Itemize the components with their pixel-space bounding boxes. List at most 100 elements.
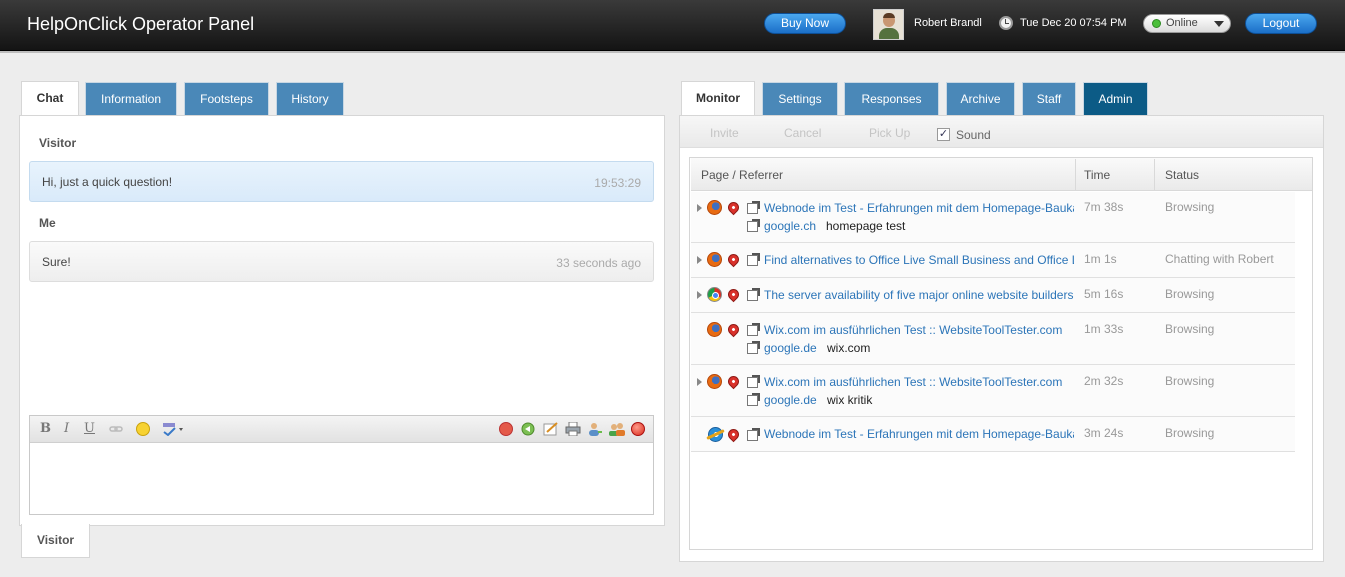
search-term: wix.com <box>827 341 871 355</box>
tab-history[interactable]: History <box>276 82 344 115</box>
clock-icon <box>999 16 1013 30</box>
tab-footsteps[interactable]: Footsteps <box>184 82 269 115</box>
message-text: Hi, just a quick question! <box>42 175 173 189</box>
italic-icon[interactable]: I <box>64 421 69 436</box>
time-on-site: 3m 24s <box>1084 426 1124 440</box>
online-status-icon <box>1152 19 1161 28</box>
external-link-icon[interactable] <box>747 428 760 441</box>
visitor-status: Browsing <box>1165 287 1215 301</box>
tab-information[interactable]: Information <box>85 82 177 115</box>
tab-visitor[interactable]: Visitor <box>21 524 90 558</box>
buy-now-button[interactable]: Buy Now <box>764 13 846 34</box>
external-link-icon[interactable] <box>747 341 760 354</box>
time-on-site: 2m 32s <box>1084 374 1124 388</box>
print-icon[interactable] <box>565 421 581 437</box>
smiley-icon[interactable] <box>136 422 150 436</box>
external-link-icon[interactable] <box>747 201 760 214</box>
visitor-status: Browsing <box>1165 200 1215 214</box>
visitor-message: Hi, just a quick question! 19:53:29 <box>29 161 654 202</box>
app-title: HelpOnClick Operator Panel <box>27 14 255 34</box>
message-text: Sure! <box>42 255 71 269</box>
column-divider <box>1154 159 1155 191</box>
external-link-icon[interactable] <box>747 323 760 336</box>
visitor-status: Browsing <box>1165 374 1215 388</box>
search-term: wix kritik <box>827 393 873 407</box>
expand-icon[interactable] <box>697 378 702 386</box>
chevron-down-icon <box>1214 21 1224 27</box>
tab-admin[interactable]: Admin <box>1083 82 1148 115</box>
expand-icon[interactable] <box>697 256 702 264</box>
current-datetime: Tue Dec 20 07:54 PM <box>1020 17 1127 29</box>
sound-label: Sound <box>956 128 991 142</box>
referrer-link[interactable]: google.de <box>764 341 817 355</box>
page-link[interactable]: Wix.com im ausführlichen Test :: Website… <box>764 323 1074 337</box>
invite-button[interactable]: Invite <box>710 126 739 140</box>
logout-button[interactable]: Logout <box>1245 13 1317 34</box>
underline-icon[interactable]: U <box>84 421 95 436</box>
external-link-icon[interactable] <box>747 393 760 406</box>
visitor-status: Browsing <box>1165 322 1215 336</box>
time-on-site: 5m 16s <box>1084 287 1124 301</box>
tab-chat[interactable]: Chat <box>21 81 79 116</box>
page-link[interactable]: Wix.com im ausführlichen Test :: Website… <box>764 375 1074 389</box>
referrer-link[interactable]: google.de <box>764 393 817 407</box>
firefox-icon <box>707 252 722 267</box>
pick-up-button[interactable]: Pick Up <box>869 126 910 140</box>
expand-icon[interactable] <box>697 291 702 299</box>
column-header-page[interactable]: Page / Referrer <box>701 168 783 182</box>
bold-icon[interactable]: B <box>40 421 51 436</box>
external-link-icon[interactable] <box>747 253 760 266</box>
page-link[interactable]: Webnode im Test - Erfahrungen mit dem Ho… <box>764 201 1074 215</box>
page-link[interactable]: Webnode im Test - Erfahrungen mit dem Ho… <box>764 427 1074 441</box>
table-row[interactable] <box>691 313 1295 365</box>
note-icon[interactable] <box>543 422 558 436</box>
tab-settings[interactable]: Settings <box>762 82 838 115</box>
status-label: Online <box>1166 17 1198 29</box>
tab-responses[interactable]: Responses <box>844 82 939 115</box>
external-link-icon[interactable] <box>747 375 760 388</box>
operator-message: Sure! 33 seconds ago <box>29 241 654 282</box>
external-link-icon[interactable] <box>747 288 760 301</box>
referrer-link[interactable]: google.ch <box>764 219 816 233</box>
chrome-icon <box>707 287 722 302</box>
sound-checkbox[interactable]: ✓ <box>937 128 950 141</box>
editor-toolbar: B I U <box>30 416 653 443</box>
firefox-icon <box>707 200 722 215</box>
expand-icon[interactable] <box>697 204 702 212</box>
time-on-site: 7m 38s <box>1084 200 1124 214</box>
avatar[interactable] <box>873 9 904 40</box>
message-sender: Visitor <box>39 136 77 150</box>
table-row[interactable] <box>691 365 1295 417</box>
top-bar: HelpOnClick Operator Panel Buy Now Rober… <box>0 0 1345 51</box>
status-dropdown[interactable]: Online <box>1143 14 1231 33</box>
spellcheck-icon[interactable] <box>162 422 183 437</box>
end-chat-icon[interactable] <box>631 422 645 436</box>
block-icon[interactable] <box>499 422 513 436</box>
tab-monitor[interactable]: Monitor <box>681 81 755 116</box>
user-icon[interactable] <box>587 422 602 436</box>
tab-archive[interactable]: Archive <box>946 82 1015 115</box>
firefox-icon <box>707 374 722 389</box>
visitor-status: Browsing <box>1165 426 1215 440</box>
time-on-site: 1m 1s <box>1084 252 1117 266</box>
transfer-icon[interactable] <box>521 422 535 436</box>
message-editor[interactable]: B I U <box>29 415 654 515</box>
monitor-toolbar <box>680 116 1323 148</box>
message-time: 19:53:29 <box>594 176 641 190</box>
cancel-button[interactable]: Cancel <box>784 126 821 140</box>
message-sender: Me <box>39 216 56 230</box>
header-divider <box>0 51 1345 53</box>
column-header-time[interactable]: Time <box>1084 168 1110 182</box>
visitor-status: Chatting with Robert <box>1165 252 1274 266</box>
search-term: homepage test <box>826 219 906 233</box>
user-name: Robert Brandl <box>914 17 982 29</box>
link-icon[interactable] <box>109 422 123 436</box>
internet-explorer-icon <box>708 427 723 442</box>
page-link[interactable]: The server availability of five major on… <box>764 288 1074 302</box>
message-time: 33 seconds ago <box>556 256 641 270</box>
external-link-icon[interactable] <box>747 219 760 232</box>
column-header-status[interactable]: Status <box>1165 168 1199 182</box>
tab-staff[interactable]: Staff <box>1022 82 1076 115</box>
users-icon[interactable] <box>609 422 625 436</box>
page-link[interactable]: Find alternatives to Office Live Small B… <box>764 253 1074 267</box>
